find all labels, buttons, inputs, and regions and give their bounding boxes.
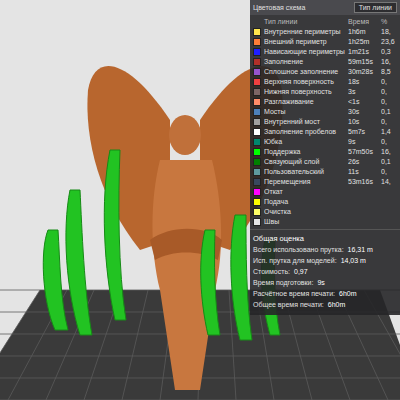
- line-type-percent: 0,: [381, 117, 397, 127]
- summary-row: Общее время печати:6h0m: [253, 300, 397, 310]
- line-type-name: Очистка: [264, 207, 345, 217]
- color-swatch[interactable]: [253, 108, 261, 116]
- line-type-percent: 16,: [381, 147, 397, 157]
- color-swatch[interactable]: [253, 98, 261, 106]
- line-type-time: 10s: [348, 117, 378, 127]
- line-type-time: [348, 187, 378, 197]
- column-header: %: [381, 17, 397, 27]
- legend-panel: Цветовая схемаТип линииТип линииВремя%Вн…: [250, 0, 400, 315]
- line-type-name: Верхняя поверхность: [264, 77, 345, 87]
- line-type-percent: 14,: [381, 177, 397, 187]
- line-type-time: 18s: [348, 77, 378, 87]
- line-type-name: Разглаживание: [264, 97, 345, 107]
- color-swatch[interactable]: [253, 88, 261, 96]
- summary-title: Общая оценка: [253, 233, 397, 244]
- summary-row: Время подготовки:9s: [253, 278, 397, 288]
- color-swatch[interactable]: [253, 58, 261, 66]
- color-swatch[interactable]: [253, 198, 261, 206]
- summary-row: Стоимость:0,97: [253, 267, 397, 277]
- line-type-percent: 0,: [381, 167, 397, 177]
- line-type-time: 26s: [348, 157, 378, 167]
- line-type-percent: 1,4: [381, 127, 397, 137]
- line-type-time: 59m15s: [348, 57, 378, 67]
- color-swatch[interactable]: [253, 208, 261, 216]
- line-type-time: 9s: [348, 137, 378, 147]
- summary: Общая оценкаВсего использовано прутка:16…: [250, 229, 400, 315]
- line-type-percent: 0,3: [381, 47, 397, 57]
- color-swatch[interactable]: [253, 78, 261, 86]
- color-swatch[interactable]: [253, 188, 261, 196]
- line-type-name: Подача: [264, 197, 345, 207]
- line-type-percent: 0,1: [381, 157, 397, 167]
- color-swatch[interactable]: [253, 218, 261, 226]
- legend-title: Цветовая схема: [253, 4, 305, 11]
- line-type-percent: 8,5: [381, 67, 397, 77]
- line-type-percent: [381, 187, 397, 197]
- line-type-name: Сплошное заполнение: [264, 67, 345, 77]
- color-swatch[interactable]: [253, 28, 261, 36]
- summary-row: Расчётное время печати:6h0m: [253, 289, 397, 299]
- color-swatch[interactable]: [253, 148, 261, 156]
- line-type-time: 30s: [348, 107, 378, 117]
- color-swatch[interactable]: [253, 68, 261, 76]
- line-type-name: Пользовательский: [264, 167, 345, 177]
- summary-row: Исп. прутка для моделей:14,03 m: [253, 256, 397, 266]
- color-swatch[interactable]: [253, 48, 261, 56]
- line-type-name: Внешний периметр: [264, 37, 345, 47]
- line-type-name: Поддержка: [264, 147, 345, 157]
- color-swatch[interactable]: [253, 138, 261, 146]
- line-type-name: Связующий слой: [264, 157, 345, 167]
- line-type-time: 1m21s: [348, 47, 378, 57]
- summary-row: Всего использовано прутка:16,31 m: [253, 245, 397, 255]
- color-swatch[interactable]: [253, 178, 261, 186]
- legend-header: Цветовая схема Тип линии: [250, 0, 400, 15]
- line-type-name: Внутренний мост: [264, 117, 345, 127]
- line-type-name: Нижняя поверхность: [264, 87, 345, 97]
- line-type-time: 53m16s: [348, 177, 378, 187]
- line-type-name: Нависающие периметры: [264, 47, 345, 57]
- scheme-select[interactable]: Тип линии: [354, 2, 397, 13]
- color-swatch[interactable]: [253, 38, 261, 46]
- line-type-name: Откат: [264, 187, 345, 197]
- line-type-percent: [381, 207, 397, 217]
- color-swatch[interactable]: [253, 158, 261, 166]
- line-type-time: [348, 207, 378, 217]
- line-type-time: 11s: [348, 167, 378, 177]
- line-type-time: [348, 217, 378, 227]
- line-type-percent: 16,: [381, 57, 397, 67]
- line-type-percent: 23,6: [381, 37, 397, 47]
- line-type-time: 1h6m: [348, 27, 378, 37]
- 3d-viewport[interactable]: Цветовая схемаТип линииТип линииВремя%Вн…: [0, 0, 400, 400]
- line-type-time: 5m7s: [348, 127, 378, 137]
- line-type-name: Заполнение: [264, 57, 345, 67]
- legend-table: Тип линииВремя%Внутренние периметры1h6m1…: [250, 15, 400, 229]
- color-swatch[interactable]: [253, 168, 261, 176]
- line-type-percent: [381, 197, 397, 207]
- column-header: Тип линии: [264, 17, 345, 27]
- line-type-percent: 0,: [381, 77, 397, 87]
- line-type-time: 57m50s: [348, 147, 378, 157]
- color-swatch[interactable]: [253, 118, 261, 126]
- line-type-time: <1s: [348, 97, 378, 107]
- column-header: Время: [348, 17, 378, 27]
- color-swatch[interactable]: [253, 128, 261, 136]
- line-type-name: Заполнение пробелов: [264, 127, 345, 137]
- line-type-time: 3s: [348, 87, 378, 97]
- line-type-name: Мосты: [264, 107, 345, 117]
- line-type-name: Швы: [264, 217, 345, 227]
- line-type-percent: 0,1: [381, 107, 397, 117]
- line-type-name: Юбка: [264, 137, 345, 147]
- line-type-name: Перемещения: [264, 177, 345, 187]
- line-type-time: 30m28s: [348, 67, 378, 77]
- line-type-percent: [381, 217, 397, 227]
- line-type-percent: 18,: [381, 27, 397, 37]
- line-type-time: [348, 197, 378, 207]
- line-type-percent: 0,: [381, 87, 397, 97]
- line-type-percent: 0,: [381, 137, 397, 147]
- line-type-percent: 0,: [381, 97, 397, 107]
- line-type-time: 1h25m: [348, 37, 378, 47]
- line-type-name: Внутренние периметры: [264, 27, 345, 37]
